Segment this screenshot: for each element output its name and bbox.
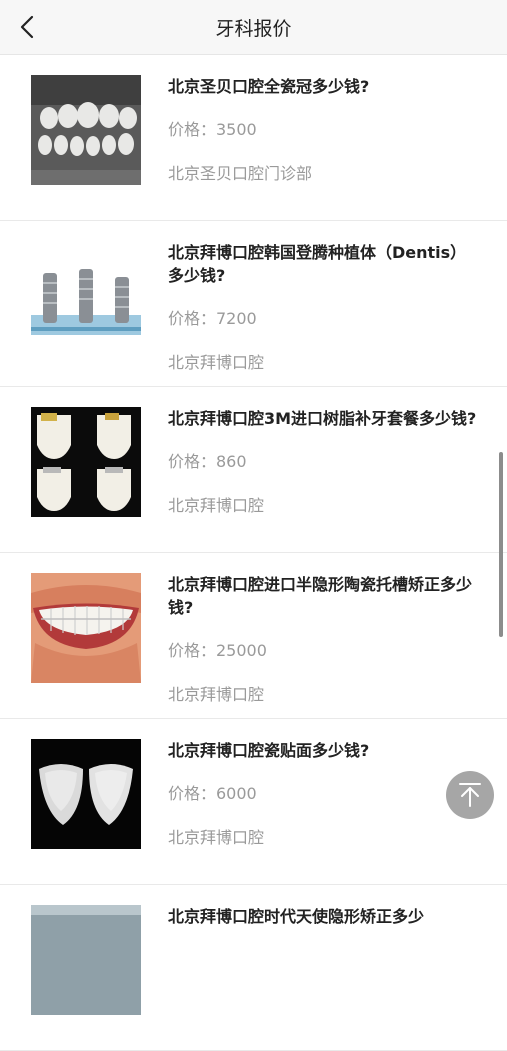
aligner-image: [31, 905, 141, 1015]
scrollbar[interactable]: [499, 452, 503, 637]
list-item[interactable]: 北京圣贝口腔全瓷冠多少钱? 价格：3500 北京圣贝口腔门诊部: [0, 55, 507, 221]
item-price: 价格：3500: [168, 120, 257, 139]
item-title[interactable]: 北京拜博口腔时代天使隐形矫正多少: [168, 905, 480, 928]
implant-image: [31, 243, 141, 353]
item-title[interactable]: 北京拜博口腔韩国登腾种植体（Dentis）多少钱?: [168, 241, 480, 287]
page-title: 牙科报价: [215, 17, 292, 40]
item-clinic: 北京拜博口腔: [168, 828, 265, 847]
veneer-image: [31, 739, 141, 849]
item-price: 价格：6000: [168, 784, 257, 803]
price-list: 北京圣贝口腔全瓷冠多少钱? 价格：3500 北京圣贝口腔门诊部 北京拜博口腔韩国…: [0, 55, 507, 1051]
list-item[interactable]: 北京拜博口腔时代天使隐形矫正多少: [0, 885, 507, 1051]
arrow-up-to-top-icon: [459, 783, 481, 807]
item-clinic: 北京拜博口腔: [168, 496, 265, 515]
crown-teeth-image: [31, 75, 141, 185]
item-clinic: 北京拜博口腔: [168, 353, 265, 372]
item-title[interactable]: 北京拜博口腔3M进口树脂补牙套餐多少钱?: [168, 407, 480, 430]
ceramic-braces-image: [31, 573, 141, 683]
resin-filling-image: [31, 407, 141, 517]
item-clinic: 北京拜博口腔: [168, 685, 265, 704]
list-item[interactable]: 北京拜博口腔韩国登腾种植体（Dentis）多少钱? 价格：7200 北京拜博口腔: [0, 221, 507, 387]
item-clinic: 北京圣贝口腔门诊部: [168, 164, 313, 183]
item-price: 价格：860: [168, 452, 247, 471]
back-button[interactable]: [14, 14, 40, 40]
item-title[interactable]: 北京拜博口腔进口半隐形陶瓷托槽矫正多少钱?: [168, 573, 480, 619]
back-to-top-button[interactable]: [446, 771, 494, 819]
nav-bar: 牙科报价: [0, 0, 507, 55]
list-item[interactable]: 北京拜博口腔瓷贴面多少钱? 价格：6000 北京拜博口腔: [0, 719, 507, 885]
item-title[interactable]: 北京拜博口腔瓷贴面多少钱?: [168, 739, 480, 762]
item-price: 价格：25000: [168, 641, 267, 660]
list-item[interactable]: 北京拜博口腔3M进口树脂补牙套餐多少钱? 价格：860 北京拜博口腔: [0, 387, 507, 553]
item-price: 价格：7200: [168, 309, 257, 328]
chevron-left-icon: [20, 15, 34, 39]
item-title[interactable]: 北京圣贝口腔全瓷冠多少钱?: [168, 75, 480, 98]
list-item[interactable]: 北京拜博口腔进口半隐形陶瓷托槽矫正多少钱? 价格：25000 北京拜博口腔: [0, 553, 507, 719]
